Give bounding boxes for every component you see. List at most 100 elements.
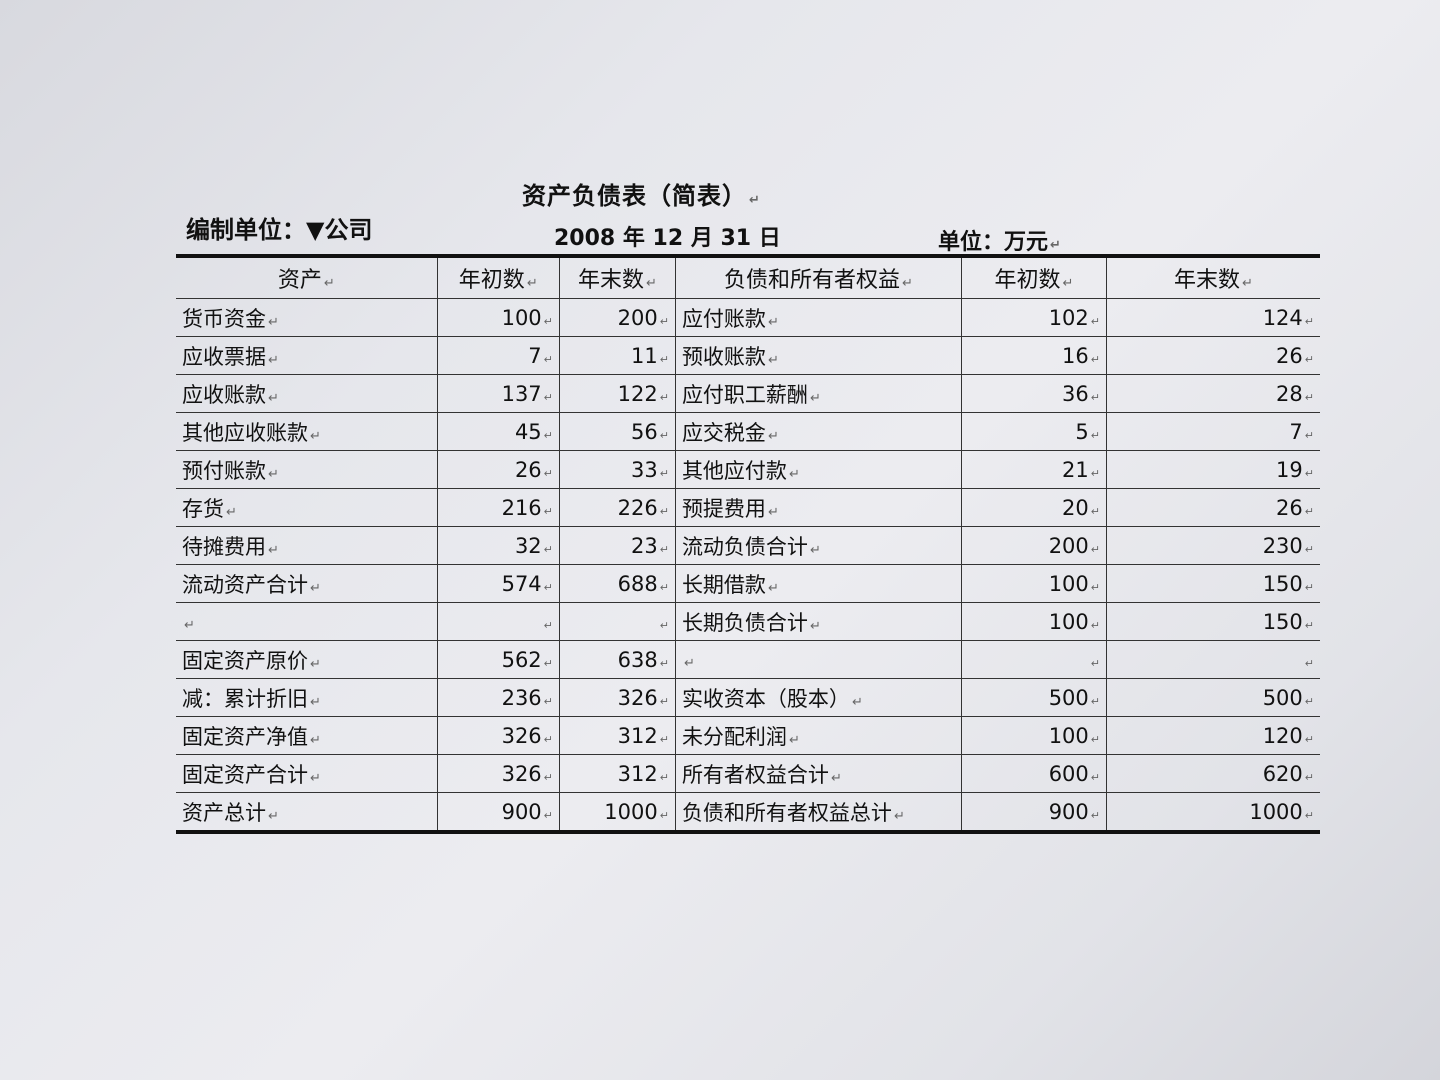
paragraph-mark-icon: ↵ <box>1304 732 1314 746</box>
liability-name: 其他应付款 ↵ <box>674 450 962 489</box>
paragraph-mark-icon: ↵ <box>659 390 669 404</box>
paragraph-mark-icon: ↵ <box>268 314 279 330</box>
asset-begin-value: 574 ↵ <box>436 564 560 603</box>
paragraph-mark-icon: ↵ <box>543 770 553 784</box>
paragraph-mark-icon: ↵ <box>901 276 913 291</box>
paragraph-mark-icon: ↵ <box>1304 694 1314 708</box>
paragraph-mark-icon: ↵ <box>268 542 279 558</box>
asset-begin-value: 326 ↵ <box>436 716 560 755</box>
liability-end-value: 230 ↵ <box>1106 526 1320 565</box>
liability-name: 所有者权益合计 ↵ <box>674 754 962 793</box>
asset-begin-value: ↵ <box>436 602 560 641</box>
paragraph-mark-icon: ↵ <box>1090 390 1100 404</box>
paragraph-mark-icon: ↵ <box>543 390 553 404</box>
paragraph-mark-icon: ↵ <box>659 656 669 670</box>
paragraph-mark-icon: ↵ <box>1090 770 1100 784</box>
paragraph-mark-icon: ↵ <box>543 580 553 594</box>
asset-begin-value: 326 ↵ <box>436 754 560 793</box>
paragraph-mark-icon: ↵ <box>830 770 842 786</box>
paragraph-mark-icon: ↵ <box>226 504 237 520</box>
paragraph-mark-icon: ↵ <box>526 276 538 291</box>
liability-end-value: ↵ <box>1106 640 1320 679</box>
liability-begin-value: 21 ↵ <box>960 450 1107 489</box>
paragraph-mark-icon: ↵ <box>543 542 553 556</box>
liability-end-value: 124 ↵ <box>1106 298 1320 337</box>
asset-end-value: 122 ↵ <box>558 374 676 413</box>
paragraph-mark-icon: ↵ <box>659 808 669 822</box>
paragraph-mark-icon: ↵ <box>809 390 821 406</box>
paragraph-mark-icon: ↵ <box>268 466 279 482</box>
paragraph-mark-icon: ↵ <box>543 466 553 480</box>
paragraph-mark-icon: ↵ <box>1090 542 1100 556</box>
header-liabilities-end: 年末数 ↵ <box>1106 256 1320 299</box>
header-assets: 资产 ↵ <box>176 256 438 299</box>
paragraph-mark-icon: ↵ <box>659 428 669 442</box>
asset-begin-value: 7 ↵ <box>436 336 560 375</box>
paragraph-mark-icon: ↵ <box>184 617 195 633</box>
liability-end-value: 26 ↵ <box>1106 488 1320 527</box>
asset-name: 资产总计 ↵ <box>176 792 438 833</box>
paragraph-mark-icon: ↵ <box>659 732 669 746</box>
paragraph-mark-icon: ↵ <box>543 656 553 670</box>
paragraph-mark-icon: ↵ <box>1090 732 1100 746</box>
header-row: 资产 ↵ 年初数 ↵ 年末数 ↵ 负债和所有者权益 ↵ 年初数 ↵ 年末数 ↵ <box>176 256 1320 299</box>
paragraph-mark-icon: ↵ <box>1304 466 1314 480</box>
paragraph-mark-icon: ↵ <box>788 466 800 482</box>
paragraph-mark-icon: ↵ <box>1050 238 1061 253</box>
asset-name: 流动资产合计 ↵ <box>176 564 438 603</box>
asset-end-value: 226 ↵ <box>558 488 676 527</box>
paragraph-mark-icon: ↵ <box>1090 694 1100 708</box>
liability-end-value: 150 ↵ <box>1106 564 1320 603</box>
paragraph-mark-icon: ↵ <box>1304 428 1314 442</box>
paragraph-mark-icon: ↵ <box>1304 504 1314 518</box>
asset-end-value: 33 ↵ <box>558 450 676 489</box>
asset-end-value: 200 ↵ <box>558 298 676 337</box>
liability-name: 长期负债合计 ↵ <box>674 602 962 641</box>
paragraph-mark-icon: ↵ <box>543 618 553 632</box>
paragraph-mark-icon: ↵ <box>767 352 779 368</box>
liability-end-value: 19 ↵ <box>1106 450 1320 489</box>
liability-end-value: 620 ↵ <box>1106 754 1320 793</box>
org-label: 编制单位： <box>186 216 306 244</box>
paragraph-mark-icon: ↵ <box>310 770 321 786</box>
asset-name: 减：累计折旧 ↵ <box>176 678 438 717</box>
paragraph-mark-icon: ↵ <box>659 618 669 632</box>
asset-name: 预付账款 ↵ <box>176 450 438 489</box>
table-row: 固定资产净值 ↵ 326 ↵ 312 ↵ 未分配利润 ↵ 100 ↵ 120 ↵ <box>176 716 1320 755</box>
asset-begin-value: 100 ↵ <box>436 298 560 337</box>
asset-end-value: 1000 ↵ <box>558 792 676 833</box>
asset-name: 固定资产净值 ↵ <box>176 716 438 755</box>
asset-begin-value: 137 ↵ <box>436 374 560 413</box>
paragraph-mark-icon: ↵ <box>1304 808 1314 822</box>
paragraph-mark-icon: ↵ <box>543 352 553 366</box>
report-date: 2008 年 12 月 31 日 <box>554 226 781 251</box>
liability-name: ↵ <box>674 640 962 679</box>
unit-line: 单位：万元 ↵ <box>938 230 1061 255</box>
table-row: 减：累计折旧 ↵ 236 ↵ 326 ↵ 实收资本（股本） ↵ 500 ↵ 500 ↵ <box>176 678 1320 717</box>
asset-end-value: 11 ↵ <box>558 336 676 375</box>
table-row: 应收票据 ↵ 7 ↵ 11 ↵ 预收账款 ↵ 16 ↵ 26 ↵ <box>176 336 1320 375</box>
liability-end-value: 1000 ↵ <box>1106 792 1320 833</box>
paragraph-mark-icon: ↵ <box>1304 352 1314 366</box>
table-row: 存货 ↵ 216 ↵ 226 ↵ 预提费用 ↵ 20 ↵ 26 ↵ <box>176 488 1320 527</box>
asset-name: 应收票据 ↵ <box>176 336 438 375</box>
asset-end-value: 688 ↵ <box>558 564 676 603</box>
liability-begin-value: ↵ <box>960 640 1107 679</box>
asset-name: 存货 ↵ <box>176 488 438 527</box>
liability-name: 预提费用 ↵ <box>674 488 962 527</box>
paragraph-mark-icon: ↵ <box>645 276 657 291</box>
asset-begin-value: 236 ↵ <box>436 678 560 717</box>
liability-name: 长期借款 ↵ <box>674 564 962 603</box>
liability-begin-value: 36 ↵ <box>960 374 1107 413</box>
liability-name: 负债和所有者权益总计 ↵ <box>674 792 962 833</box>
paragraph-mark-icon: ↵ <box>659 352 669 366</box>
liability-name: 未分配利润 ↵ <box>674 716 962 755</box>
paragraph-mark-icon: ↵ <box>1242 276 1253 291</box>
liability-end-value: 500 ↵ <box>1106 678 1320 717</box>
org-name: ▼公司 <box>306 216 373 244</box>
balance-sheet-table: 资产 ↵ 年初数 ↵ 年末数 ↵ 负债和所有者权益 ↵ 年初数 ↵ 年末数 ↵ 货币资金 ↵ 1… <box>176 254 1320 834</box>
document-meta: 编制单位：▼公司 2008 年 12 月 31 日 单位：万元 ↵ <box>186 210 1306 255</box>
paragraph-mark-icon: ↵ <box>323 276 335 291</box>
liability-end-value: 26 ↵ <box>1106 336 1320 375</box>
paragraph-mark-icon: ↵ <box>1090 808 1100 822</box>
